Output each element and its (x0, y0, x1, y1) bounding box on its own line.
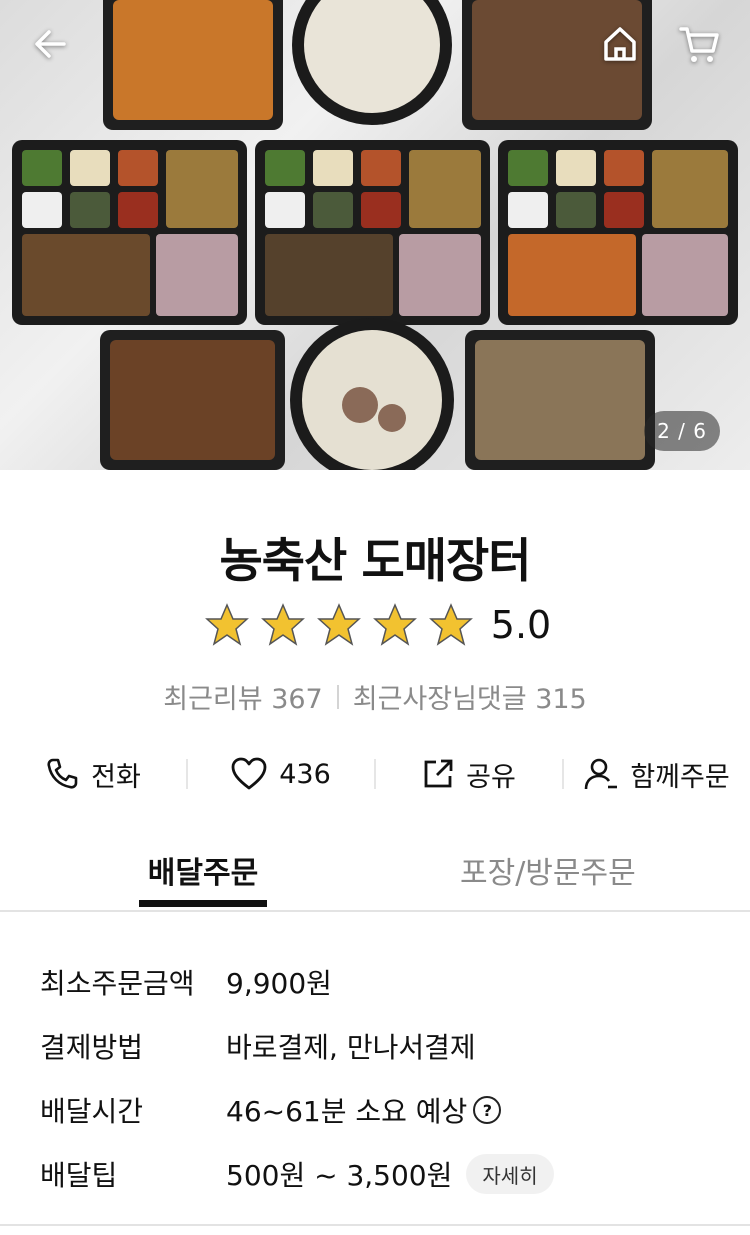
photo-page-counter: 2 / 6 (644, 411, 720, 451)
cart-icon (679, 27, 719, 62)
delivery-time-value: 46~61분 소요 예상 (226, 1095, 468, 1128)
home-icon (604, 27, 636, 61)
person-icon (585, 758, 618, 790)
min-order-value: 9,900원 (226, 967, 332, 1000)
delivery-time-value-group: 46~61분 소요 예상 ? (226, 1090, 502, 1130)
store-name: 농축산 도매장터 (219, 534, 531, 589)
info-row-min-order: 최소주문금액 9,900원 (40, 950, 720, 1014)
owner-replies-link[interactable]: 최근사장님댓글 315 (353, 677, 587, 716)
delivery-tip-value-group: 500원 ~ 3,500원 자세히 (226, 1154, 554, 1194)
info-row-delivery-time: 배달시간 46~61분 소요 예상 ? (40, 1078, 720, 1142)
delivery-tip-label: 배달팁 (40, 1159, 118, 1192)
back-button[interactable] (28, 22, 72, 66)
divider (0, 1224, 750, 1226)
heart-icon (231, 757, 267, 790)
tab-delivery[interactable]: 배달주문 (139, 848, 267, 892)
tip-detail-button[interactable]: 자세히 (466, 1154, 554, 1194)
rating-value: 5.0 (490, 603, 552, 647)
star-icon (428, 603, 473, 646)
delivery-time-label: 배달시간 (40, 1095, 144, 1128)
star-icon (316, 603, 361, 646)
group-order-label: 함께주문 (630, 761, 730, 793)
star-icon (260, 603, 305, 646)
call-label: 전화 (91, 761, 141, 793)
cart-button[interactable] (677, 22, 721, 66)
divider (336, 684, 339, 709)
share-label: 공유 (466, 761, 516, 793)
order-type-tabs: 배달주문 포장/방문주문 (0, 840, 750, 912)
min-order-label: 최소주문금액 (40, 967, 195, 1000)
like-count: 436 (279, 758, 331, 790)
payment-value: 바로결제, 만나서결제 (226, 1031, 476, 1064)
payment-label: 결제방법 (40, 1031, 144, 1064)
tab-pickup[interactable]: 포장/방문주문 (460, 848, 636, 892)
phone-icon (47, 758, 78, 789)
store-rating[interactable]: 5.0 (0, 603, 750, 647)
food-photo (12, 0, 738, 470)
share-icon (424, 759, 453, 788)
star-icon (204, 603, 249, 646)
info-row-delivery-tip: 배달팁 500원 ~ 3,500원 자세히 (40, 1142, 720, 1206)
delivery-info: 최소주문금액 9,900원 결제방법 바로결제, 만나서결제 배달시간 46~6… (40, 950, 720, 1206)
active-tab-indicator (139, 900, 267, 907)
back-arrow-icon (35, 30, 66, 58)
like-button[interactable]: 436 (188, 748, 374, 800)
group-order-button[interactable]: 함께주문 (564, 748, 750, 800)
home-button[interactable] (598, 22, 642, 66)
info-row-payment: 결제방법 바로결제, 만나서결제 (40, 1014, 720, 1078)
share-button[interactable]: 공유 (376, 748, 562, 800)
star-icon (372, 603, 417, 646)
recent-reviews-link[interactable]: 최근리뷰 367 (163, 677, 322, 716)
store-photo-carousel[interactable]: 2 / 6 (0, 0, 750, 470)
delivery-tip-value: 500원 ~ 3,500원 (226, 1159, 453, 1192)
call-button[interactable]: 전화 (0, 748, 186, 800)
help-icon[interactable]: ? (473, 1096, 502, 1124)
store-actions: 전화 436 공유 함께주문 (0, 748, 750, 800)
review-summary: 최근리뷰 367 최근사장님댓글 315 (0, 677, 750, 716)
